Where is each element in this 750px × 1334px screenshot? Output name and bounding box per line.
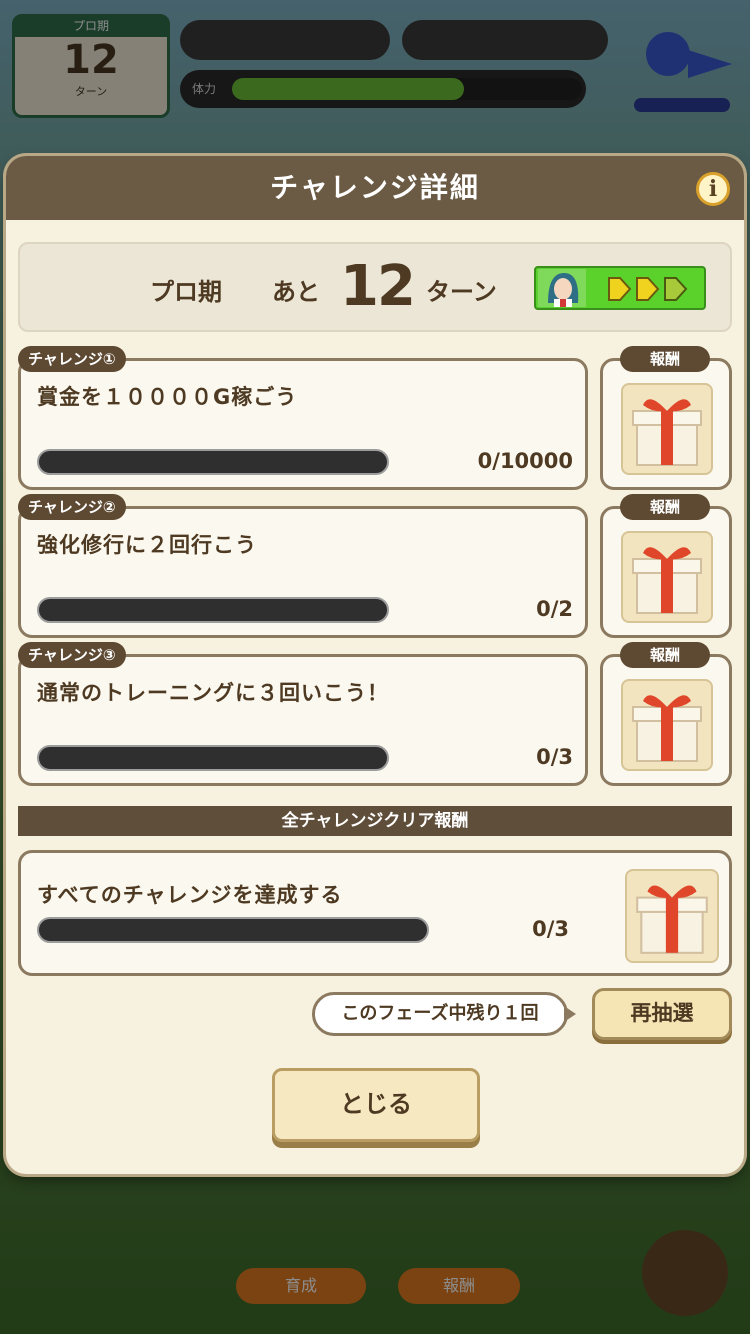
challenge-progress-bar <box>37 745 389 771</box>
gift-box-icon <box>621 679 713 771</box>
challenge-title: 賞金を１００００G稼ごう <box>37 385 298 409</box>
reward-card-3[interactable] <box>600 654 732 786</box>
phase-turns-bar: プロ期 あと 12 ターン <box>18 242 732 332</box>
reward-tag: 報酬 <box>620 642 710 668</box>
play-arrow-icon <box>636 277 660 301</box>
challenge-card-2: 強化修行に２回行こう 0/2 <box>18 506 588 638</box>
challenge-tag: チャレンジ③ <box>18 642 126 668</box>
character-portrait-icon <box>538 269 586 307</box>
all-clear-card: すべてのチャレンジを達成する 0/3 <box>18 850 732 976</box>
play-arrow-icon <box>608 277 632 301</box>
challenge-title: 通常のトレーニングに３回いこう！ <box>37 681 389 705</box>
challenge-detail-modal: チャレンジ詳細 i プロ期 あと 12 ターン 賞金を１００００G稼ごう 0/1… <box>6 156 744 1174</box>
reward-card-2[interactable] <box>600 506 732 638</box>
character-phase-gauge <box>534 266 706 310</box>
bubble-tail <box>564 1006 576 1022</box>
reroll-button[interactable]: 再抽選 <box>592 988 732 1040</box>
challenge-tag: チャレンジ① <box>18 346 126 372</box>
reward-tag: 報酬 <box>620 346 710 372</box>
reward-card-1[interactable] <box>600 358 732 490</box>
reroll-remaining-bubble: このフェーズ中残り１回 <box>312 992 568 1036</box>
gift-box-icon[interactable] <box>625 869 719 963</box>
play-arrow-icon <box>664 277 688 301</box>
phase-turns-number: 12 <box>340 254 416 319</box>
modal-title: チャレンジ詳細 <box>6 156 744 220</box>
phase-remaining-prefix: あと <box>272 278 320 306</box>
phase-label: プロ期 <box>150 278 222 306</box>
all-clear-title: すべてのチャレンジを達成する <box>37 883 343 907</box>
phase-turn-unit: ターン <box>426 278 497 306</box>
challenge-progress-text: 0/2 <box>536 597 573 621</box>
close-button[interactable]: とじる <box>272 1068 480 1142</box>
all-clear-progress-bar <box>37 917 429 943</box>
challenge-card-3: 通常のトレーニングに３回いこう！ 0/3 <box>18 654 588 786</box>
info-icon[interactable]: i <box>696 172 730 206</box>
challenge-card-1: 賞金を１００００G稼ごう 0/10000 <box>18 358 588 490</box>
challenge-tag: チャレンジ② <box>18 494 126 520</box>
gift-box-icon <box>621 531 713 623</box>
all-clear-reward-banner: 全チャレンジクリア報酬 <box>18 806 732 836</box>
challenge-progress-bar <box>37 597 389 623</box>
gift-box-icon <box>621 383 713 475</box>
all-clear-progress-text: 0/3 <box>532 917 569 941</box>
challenge-progress-text: 0/3 <box>536 745 573 769</box>
challenge-title: 強化修行に２回行こう <box>37 533 257 557</box>
reward-tag: 報酬 <box>620 494 710 520</box>
challenge-progress-text: 0/10000 <box>477 449 573 473</box>
challenge-progress-bar <box>37 449 389 475</box>
